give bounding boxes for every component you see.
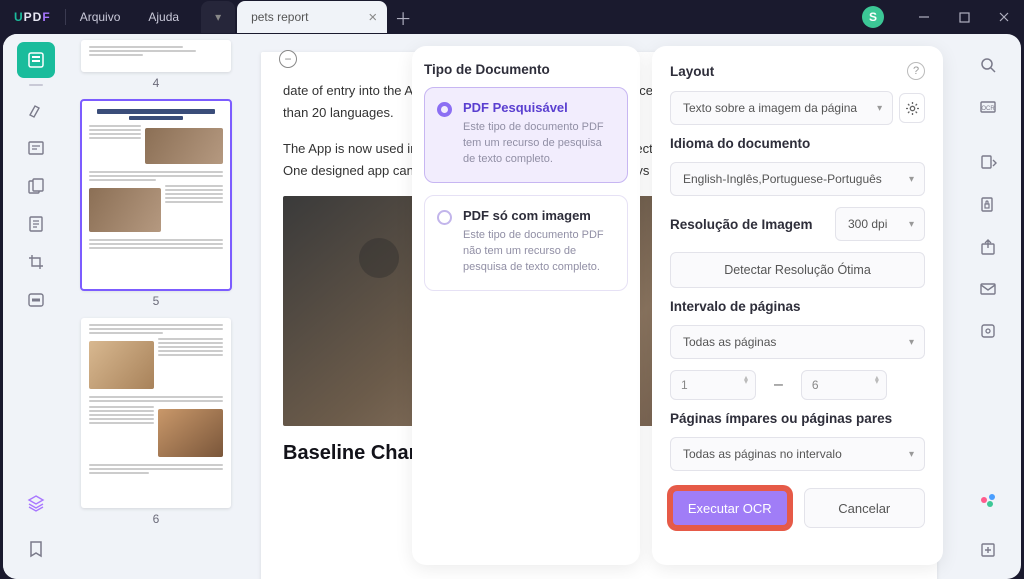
avatar[interactable]: S	[862, 6, 884, 28]
page-thumb-4[interactable]	[81, 40, 231, 72]
option-desc: Este tipo de documento PDF não tem um re…	[463, 228, 613, 276]
language-label: Idioma do documento	[670, 136, 925, 151]
detect-resolution-button[interactable]: Detectar Resolução Ótima	[670, 252, 925, 288]
search-icon[interactable]	[971, 48, 1005, 82]
app-logo: UPDF	[0, 10, 65, 24]
layers-icon[interactable]	[17, 485, 55, 521]
range-dash: –	[774, 376, 783, 394]
menu-arquivo[interactable]: Arquivo	[66, 10, 135, 24]
radio-icon	[437, 102, 452, 117]
close-window-button[interactable]	[984, 3, 1024, 31]
parity-select[interactable]: Todas as páginas no intervalo	[670, 437, 925, 471]
page-thumb-6[interactable]	[81, 318, 231, 508]
workspace: 4 5 6 − date of entry into the App Store…	[3, 34, 1021, 579]
tab-document[interactable]: pets report ×	[237, 1, 387, 33]
thumb-label: 4	[81, 76, 231, 90]
organize-pages-icon[interactable]	[17, 168, 55, 204]
thumbnails-icon[interactable]	[17, 42, 55, 78]
option-desc: Este tipo de documento PDF tem um recurs…	[463, 120, 613, 168]
convert-icon[interactable]	[971, 146, 1005, 180]
radio-icon	[437, 210, 452, 225]
edit-text-icon[interactable]	[17, 130, 55, 166]
option-title: PDF só com imagem	[463, 208, 613, 223]
layout-select[interactable]: Texto sobre a imagem da página	[670, 91, 893, 125]
highlighter-icon[interactable]	[17, 92, 55, 128]
pagerange-label: Intervalo de páginas	[670, 299, 925, 314]
compress-icon[interactable]	[971, 314, 1005, 348]
tab-home[interactable]: ▾	[201, 1, 235, 33]
option-title: PDF Pesquisável	[463, 100, 613, 115]
fit-page-icon[interactable]	[971, 533, 1005, 567]
execute-ocr-button[interactable]: Executar OCR	[670, 488, 790, 528]
parity-label: Páginas ímpares ou páginas pares	[670, 411, 925, 426]
resolution-select[interactable]: 300 dpi	[835, 207, 925, 241]
doctype-imageonly-option[interactable]: PDF só com imagem Este tipo de documento…	[424, 195, 628, 291]
tab-title: pets report	[251, 10, 308, 24]
layout-label: Layout	[670, 64, 714, 79]
ocr-icon[interactable]: OCR	[971, 90, 1005, 124]
page-from-input[interactable]: 1	[670, 370, 756, 400]
doctype-label: Tipo de Documento	[424, 62, 628, 77]
ocr-panel: Tipo de Documento PDF Pesquisável Este t…	[256, 34, 955, 579]
ocr-settings-column: Layout ? Texto sobre a imagem da página …	[652, 46, 943, 565]
page-thumb-5[interactable]	[81, 100, 231, 290]
help-icon[interactable]: ?	[907, 62, 925, 80]
svg-text:OCR: OCR	[981, 106, 995, 112]
ai-icon[interactable]	[971, 483, 1005, 517]
thumb-label: 6	[81, 512, 231, 526]
titlebar: UPDF Arquivo Ajuda ▾ pets report × ＋ S	[0, 0, 1024, 34]
close-icon[interactable]: ×	[368, 9, 377, 26]
page-to-input[interactable]: 6	[801, 370, 887, 400]
pagerange-select[interactable]: Todas as páginas	[670, 325, 925, 359]
right-tool-rail: OCR	[955, 34, 1021, 579]
protect-icon[interactable]	[971, 188, 1005, 222]
left-tool-rail	[3, 34, 69, 579]
email-icon[interactable]	[971, 272, 1005, 306]
thumbnail-panel[interactable]: 4 5 6	[69, 34, 243, 579]
crop-icon[interactable]	[17, 244, 55, 280]
ocr-doctype-column: Tipo de Documento PDF Pesquisável Este t…	[412, 46, 640, 565]
bookmark-icon[interactable]	[17, 531, 55, 567]
cancel-button[interactable]: Cancelar	[804, 488, 926, 528]
maximize-button[interactable]	[944, 3, 984, 31]
thumb-label: 5	[81, 294, 231, 308]
doctype-searchable-option[interactable]: PDF Pesquisável Este tipo de documento P…	[424, 87, 628, 183]
gear-icon[interactable]	[899, 93, 925, 123]
redact-icon[interactable]	[17, 282, 55, 318]
language-select[interactable]: English-Inglês,Portuguese-Português	[670, 162, 925, 196]
tab-add[interactable]: ＋	[387, 1, 419, 33]
rail-divider	[29, 84, 43, 86]
menu-ajuda[interactable]: Ajuda	[134, 10, 193, 24]
resolution-label: Resolução de Imagem	[670, 217, 813, 232]
minimize-button[interactable]	[904, 3, 944, 31]
share-icon[interactable]	[971, 230, 1005, 264]
form-icon[interactable]	[17, 206, 55, 242]
